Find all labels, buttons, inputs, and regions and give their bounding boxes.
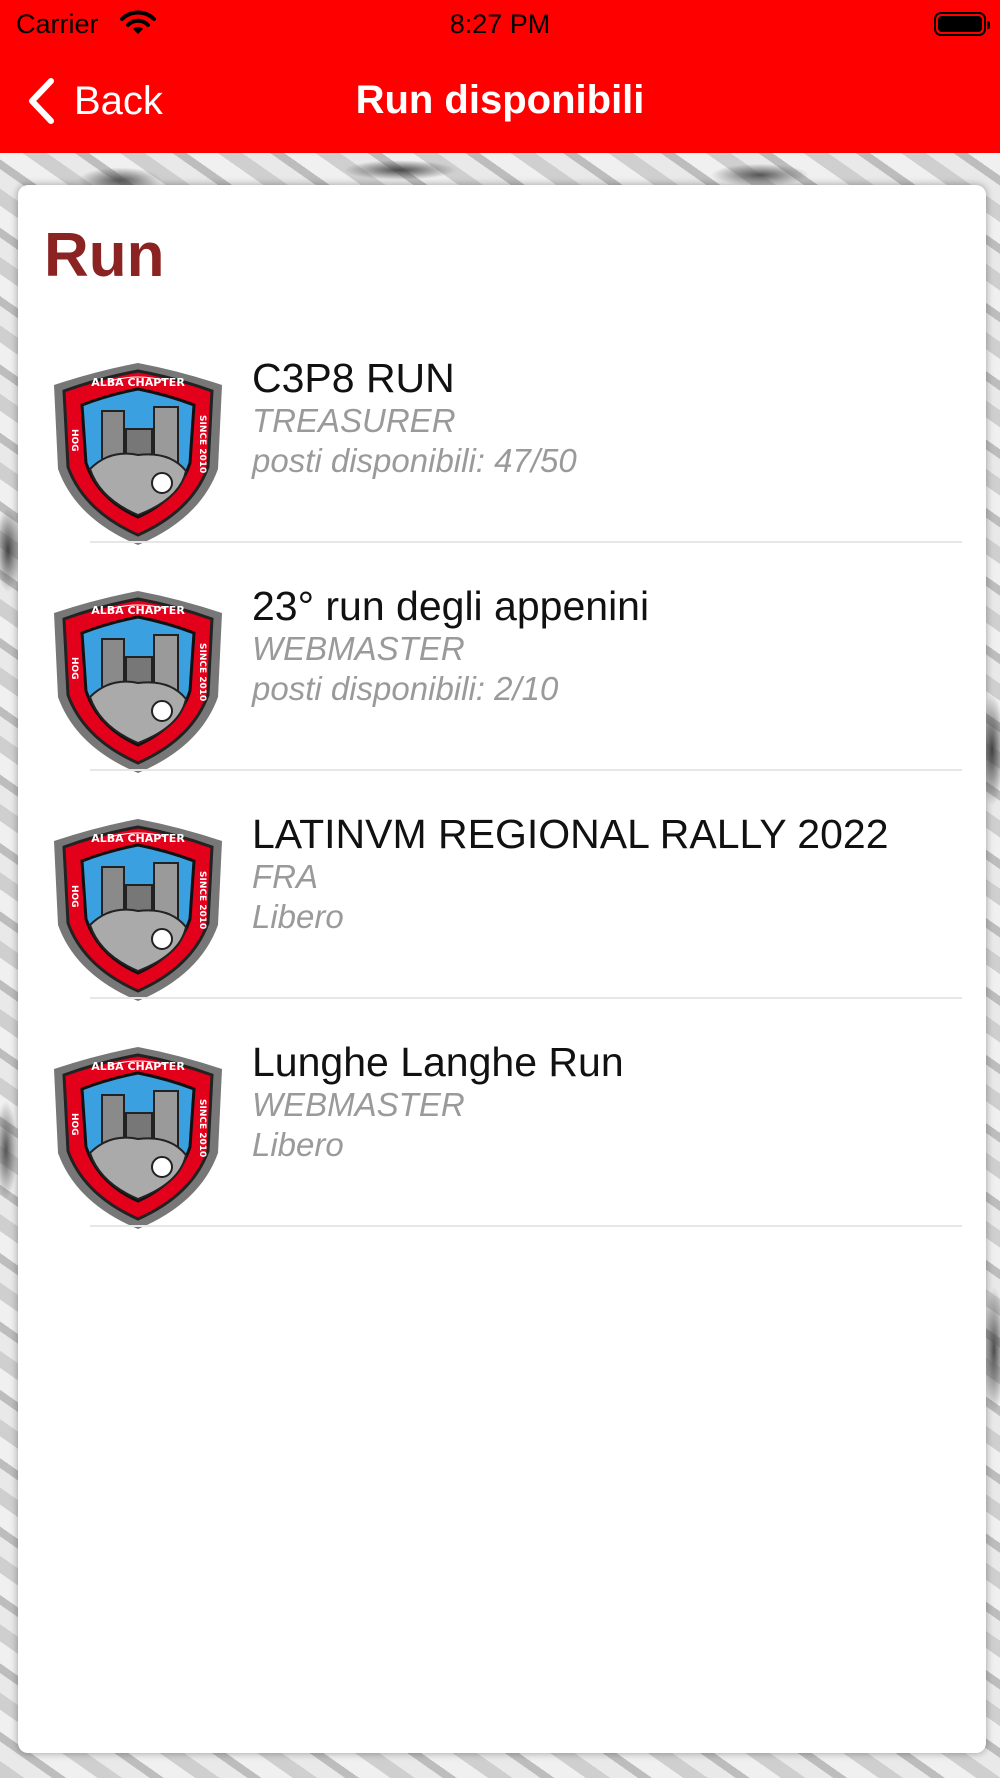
list-item[interactable]: C3P8 RUN TREASURER posti disponibili: 47… (18, 315, 986, 543)
list-item[interactable]: 23° run degli appenini WEBMASTER posti d… (18, 543, 986, 771)
chapter-badge-icon (50, 359, 226, 549)
run-card: Run C3P8 RUN TREASURER posti disponibili… (18, 185, 986, 1753)
run-title: LATINVM REGIONAL RALLY 2022 (252, 811, 889, 857)
page-title: Run disponibili (355, 78, 645, 122)
run-seats: Libero (252, 1126, 344, 1163)
list-item[interactable]: LATINVM REGIONAL RALLY 2022 FRA Libero (18, 771, 986, 999)
chapter-badge-icon (50, 815, 226, 1005)
list-item[interactable]: Lunghe Langhe Run WEBMASTER Libero (18, 999, 986, 1227)
navigation-bar: Back Run disponibili (0, 50, 1000, 153)
run-role: TREASURER (252, 402, 456, 439)
status-time: 8:27 PM (449, 9, 551, 39)
run-seats: Libero (252, 898, 344, 935)
status-bar: Carrier 8:27 PM (0, 0, 1000, 50)
run-role: WEBMASTER (252, 1086, 465, 1123)
run-role: WEBMASTER (252, 630, 465, 667)
run-seats: posti disponibili: 47/50 (252, 442, 577, 479)
battery-icon (934, 12, 990, 36)
chapter-badge-icon (50, 1043, 226, 1233)
run-title: 23° run degli appenini (252, 583, 650, 629)
run-title: C3P8 RUN (252, 355, 455, 401)
divider (90, 1225, 962, 1227)
run-list: C3P8 RUN TREASURER posti disponibili: 47… (18, 315, 986, 1227)
run-seats: posti disponibili: 2/10 (252, 670, 559, 707)
section-title: Run (44, 221, 165, 290)
run-title: Lunghe Langhe Run (252, 1039, 624, 1085)
run-role: FRA (252, 858, 318, 895)
chapter-badge-icon (50, 587, 226, 777)
